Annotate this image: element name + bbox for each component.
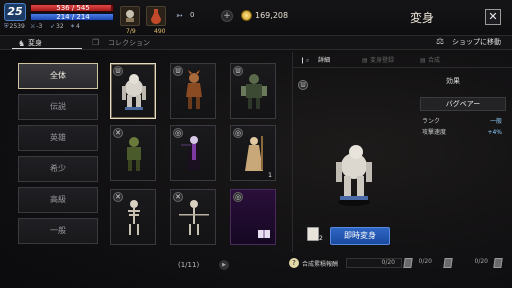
transform-card-skeleton-spear[interactable]: ✕ [170,189,216,245]
preview-bugbear-model [336,145,372,206]
potion-icon [151,9,161,24]
orc-figure [241,74,267,109]
transform-card-werewolf[interactable]: ᗯ [170,63,216,119]
feather-icon: ➳ [176,11,183,20]
transform-card-sorcerer[interactable]: ◎ 1 [230,125,276,181]
card-count: 1 [268,172,272,179]
buff-item-button[interactable] [120,6,140,26]
stat-ranged: ➶32 [50,23,64,30]
register-tab-icon: ▤ [362,57,368,64]
mp-bar: 214 / 214 [30,13,114,21]
tab-register[interactable]: 変身登録 [370,57,394,65]
instant-transform-button[interactable]: 即時変身 [330,227,390,245]
gold-amount: 169,208 [255,11,289,20]
category-label: 伝説 [50,102,66,111]
claw-icon: ᗯ [298,80,308,90]
buff-item-badge: 7/9 [126,28,136,35]
transform-card-dark-elf[interactable]: ◎ [170,125,216,181]
reward-progress: 0/20 [418,258,432,265]
hp-bar: 536 / 545 [30,4,114,12]
add-currency-button[interactable]: + [221,10,233,22]
category-premium[interactable]: 高級 [18,187,98,213]
effect-row: ランク 一般 [422,117,502,126]
skeleton-spear-figure [179,200,209,235]
magic-circle-icon: ◎ [233,192,243,202]
effect-row: 攻撃速度 +4% [422,128,502,137]
category-label: 一般 [50,226,66,235]
category-all[interactable]: 全体 [18,63,98,89]
page-indicator: (1/11) [178,261,200,269]
go-to-shop-button[interactable]: ショップに移動 [432,36,512,49]
reward-progress: 0/20 [346,258,402,268]
shield-icon: ⛨ [4,23,9,30]
transform-scroll-icon [307,227,319,241]
reward-gem-icon[interactable] [493,258,503,268]
detail-tab-icon: ❙ [300,57,306,64]
category-label: 全体 [50,71,66,80]
potion-item-button[interactable] [146,6,166,26]
reward-progress: 0/20 [474,258,488,265]
transform-card-orc[interactable]: ᗯ [230,63,276,119]
transform-card-goblin[interactable]: ✕ [110,125,156,181]
effect-value: +4% [487,129,502,136]
close-button[interactable]: ✕ [485,9,501,25]
sorcerer-figure [245,136,263,171]
sword-icon: ⚔ [30,23,36,30]
effects-header: 効果 [446,77,460,85]
page-title: 変身 [410,11,435,25]
gold-coin-icon [241,10,252,21]
combine-reward-label: 合成累積報酬 [302,261,339,268]
tab-combine[interactable]: 合成 [428,57,440,65]
next-page-icon[interactable]: ▶ [219,260,229,270]
transform-name: バグベアー [420,97,506,111]
bugbear-figure [122,74,146,110]
category-legend[interactable]: 伝説 [18,94,98,120]
book-icon [258,230,270,238]
arrow-icon: ➶ [50,23,56,30]
tab-collection-label: コレクション [108,39,150,47]
werewolf-figure [186,70,202,109]
transform-card-skeleton[interactable]: ✕ [110,189,156,245]
effect-label: 攻撃速度 [422,129,447,136]
dark-elf-figure [181,136,201,170]
player-level: 25 [4,3,26,21]
tab-detail[interactable]: 詳細 [318,57,330,65]
category-label: 希少 [50,164,66,173]
transform-card-bugbear[interactable]: ᗯ [110,63,156,119]
category-label: 高級 [50,195,66,204]
effect-label: ランク [422,118,441,125]
search-icon: ⌕ [306,57,310,64]
transform-card-scroll[interactable]: ◎ [230,189,276,245]
effects-panel [418,90,508,240]
go-to-shop-label: ショップに移動 [452,38,501,46]
stat-attack: ⚔-3 [30,23,43,30]
combine-tab-icon: ▤ [420,57,426,64]
scroll-count: 2 [319,235,323,242]
stat-defense: ⛨2539 [4,23,25,30]
tab-collection[interactable]: コレクション [96,37,176,49]
hp-text: 536 / 545 [56,4,90,12]
goblin-figure [127,137,141,171]
subtab-divider [292,67,512,68]
potion-item-badge: 490 [154,28,166,35]
help-icon[interactable]: ? [289,258,299,268]
tab-active-underline [12,48,82,49]
tab-transform-label: 変身 [28,39,42,47]
mp-text: 214 / 214 [56,13,90,21]
stat-magic: ✶4 [70,23,80,30]
category-rare[interactable]: 希少 [18,156,98,182]
feather-count: 0 [190,11,195,19]
category-label: 英雄 [50,133,66,142]
magic-icon: ✶ [70,23,76,30]
category-common[interactable]: 一般 [18,218,98,244]
effect-value: 一般 [489,118,502,125]
skeleton-figure [128,200,140,235]
category-hero[interactable]: 英雄 [18,125,98,151]
buff-icon [126,10,134,22]
